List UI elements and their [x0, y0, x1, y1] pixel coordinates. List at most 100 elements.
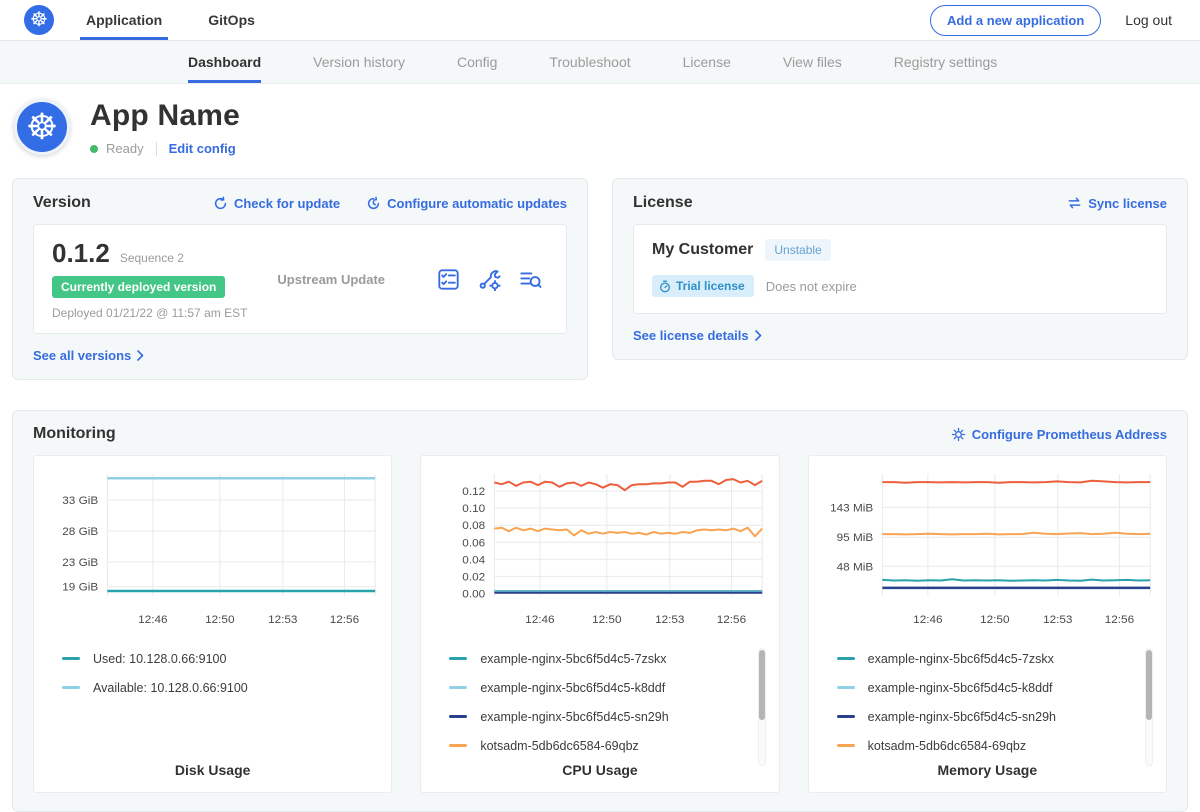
svg-text:12:56: 12:56	[717, 613, 746, 626]
legend-color-dash-icon	[837, 657, 855, 660]
svg-text:0.08: 0.08	[463, 519, 486, 532]
tab-config-label: Config	[457, 54, 497, 70]
chart-title: Memory Usage	[819, 762, 1156, 778]
page-title: App Name	[90, 99, 240, 133]
legend-label: example-nginx-5bc6f5d4c5-7zskx	[480, 652, 666, 666]
chart-plot: 19 GiB23 GiB28 GiB33 GiB12:4612:5012:531…	[44, 464, 381, 634]
customer-name: My Customer	[652, 241, 753, 259]
kubernetes-logo-icon: ☸	[24, 5, 54, 35]
scrollbar-thumb[interactable]	[759, 650, 765, 720]
svg-text:0.06: 0.06	[463, 536, 486, 549]
svg-text:143 MiB: 143 MiB	[830, 502, 873, 515]
charts-row: 19 GiB23 GiB28 GiB33 GiB12:4612:5012:531…	[33, 455, 1167, 793]
chevron-right-icon	[137, 350, 144, 361]
expiry-text: Does not expire	[766, 279, 857, 294]
nav-tab-application[interactable]: Application	[86, 0, 162, 40]
see-all-versions-link[interactable]: See all versions	[33, 348, 144, 363]
disk-usage-chart-card: 19 GiB23 GiB28 GiB33 GiB12:4612:5012:531…	[33, 455, 392, 793]
legend-label: example-nginx-5bc6f5d4c5-k8ddf	[868, 681, 1053, 695]
logout-button[interactable]: Log out	[1125, 12, 1172, 28]
chart-legend: example-nginx-5bc6f5d4c5-7zskx example-ng…	[431, 634, 768, 752]
sync-license-label: Sync license	[1088, 196, 1167, 211]
legend-label: Used: 10.128.0.66:9100	[93, 652, 226, 666]
legend-item: example-nginx-5bc6f5d4c5-sn29h	[449, 702, 768, 731]
svg-text:12:46: 12:46	[138, 613, 167, 626]
legend-item: Used: 10.128.0.66:9100	[62, 644, 381, 673]
preflight-checklist-icon[interactable]	[437, 268, 460, 291]
view-logs-icon[interactable]	[519, 268, 542, 291]
tab-dashboard[interactable]: Dashboard	[188, 41, 261, 83]
license-card: License Sync license My Customer Unstabl…	[612, 178, 1188, 360]
legend-scrollbar[interactable]	[758, 648, 766, 766]
top-nav-tabs: Application GitOps	[86, 0, 301, 40]
tab-dashboard-label: Dashboard	[188, 54, 261, 70]
legend-color-dash-icon	[837, 715, 855, 718]
legend-color-dash-icon	[837, 744, 855, 747]
svg-text:12:53: 12:53	[268, 613, 297, 626]
tab-config[interactable]: Config	[457, 41, 497, 83]
tab-troubleshoot[interactable]: Troubleshoot	[549, 41, 630, 83]
trial-license-badge: Trial license	[652, 275, 754, 297]
configure-prometheus-link[interactable]: Configure Prometheus Address	[951, 427, 1167, 442]
config-wrench-icon[interactable]	[478, 268, 501, 291]
see-license-details-label: See license details	[633, 328, 749, 343]
tab-license[interactable]: License	[683, 41, 731, 83]
nav-tab-gitops[interactable]: GitOps	[208, 0, 255, 40]
top-nav: ☸ Application GitOps Add a new applicati…	[0, 0, 1200, 41]
memory-usage-chart-card: 48 MiB95 MiB143 MiB12:4612:5012:5312:56 …	[808, 455, 1167, 793]
svg-text:0.04: 0.04	[463, 553, 486, 566]
legend-label: example-nginx-5bc6f5d4c5-7zskx	[868, 652, 1054, 666]
ready-status-dot-icon	[90, 145, 98, 153]
svg-text:95 MiB: 95 MiB	[836, 531, 873, 544]
status-badge: Ready	[106, 141, 144, 156]
legend-scrollbar[interactable]	[1145, 648, 1153, 766]
tab-registry-settings[interactable]: Registry settings	[894, 41, 997, 83]
version-card-title: Version	[33, 194, 91, 212]
svg-text:0.00: 0.00	[463, 588, 486, 601]
channel-badge: Unstable	[765, 239, 830, 261]
see-license-details-link[interactable]: See license details	[633, 328, 762, 343]
monitoring-title: Monitoring	[33, 425, 116, 443]
legend-item: example-nginx-5bc6f5d4c5-sn29h	[837, 702, 1156, 731]
configure-prometheus-label: Configure Prometheus Address	[972, 427, 1167, 442]
svg-text:12:50: 12:50	[205, 613, 234, 626]
tab-license-label: License	[683, 54, 731, 70]
see-all-versions-label: See all versions	[33, 348, 131, 363]
stopwatch-icon	[659, 280, 671, 293]
chart-title: CPU Usage	[431, 762, 768, 778]
configure-automatic-updates-link[interactable]: Configure automatic updates	[366, 196, 567, 211]
svg-text:12:56: 12:56	[330, 613, 359, 626]
chart-legend: example-nginx-5bc6f5d4c5-7zskx example-ng…	[819, 634, 1156, 752]
tab-version-history-label: Version history	[313, 54, 405, 70]
clock-refresh-icon	[366, 196, 381, 211]
legend-label: example-nginx-5bc6f5d4c5-sn29h	[868, 710, 1056, 724]
legend-label: kotsadm-5db6dc6584-69qbz	[868, 739, 1026, 753]
legend-color-dash-icon	[62, 657, 80, 660]
legend-item: kotsadm-5db6dc6584-69qbz	[837, 731, 1156, 760]
tab-version-history[interactable]: Version history	[313, 41, 405, 83]
scrollbar-thumb[interactable]	[1146, 650, 1152, 720]
svg-text:12:46: 12:46	[913, 613, 942, 626]
nav-tab-gitops-label: GitOps	[208, 12, 255, 28]
svg-text:0.10: 0.10	[463, 502, 486, 515]
legend-item: example-nginx-5bc6f5d4c5-7zskx	[449, 644, 768, 673]
divider	[156, 142, 157, 156]
check-for-update-link[interactable]: Check for update	[213, 196, 340, 211]
legend-label: kotsadm-5db6dc6584-69qbz	[480, 739, 638, 753]
cpu-usage-chart-card: 0.000.020.040.060.080.100.1212:4612:5012…	[420, 455, 779, 793]
chart-title: Disk Usage	[44, 762, 381, 778]
sync-license-link[interactable]: Sync license	[1067, 196, 1167, 211]
svg-text:12:50: 12:50	[980, 613, 1009, 626]
update-type-label: Upstream Update	[277, 272, 437, 287]
legend-color-dash-icon	[62, 686, 80, 689]
license-details-card: My Customer Unstable Trial license Does …	[633, 224, 1167, 314]
configure-automatic-updates-label: Configure automatic updates	[387, 196, 567, 211]
tab-view-files[interactable]: View files	[783, 41, 842, 83]
edit-config-link[interactable]: Edit config	[169, 141, 236, 156]
current-version-card: 0.1.2 Sequence 2 Currently deployed vers…	[33, 224, 567, 334]
refresh-icon	[213, 196, 228, 211]
check-for-update-label: Check for update	[234, 196, 340, 211]
add-application-button[interactable]: Add a new application	[930, 5, 1101, 36]
legend-item: example-nginx-5bc6f5d4c5-k8ddf	[449, 673, 768, 702]
chart-plot: 48 MiB95 MiB143 MiB12:4612:5012:5312:56	[819, 464, 1156, 634]
